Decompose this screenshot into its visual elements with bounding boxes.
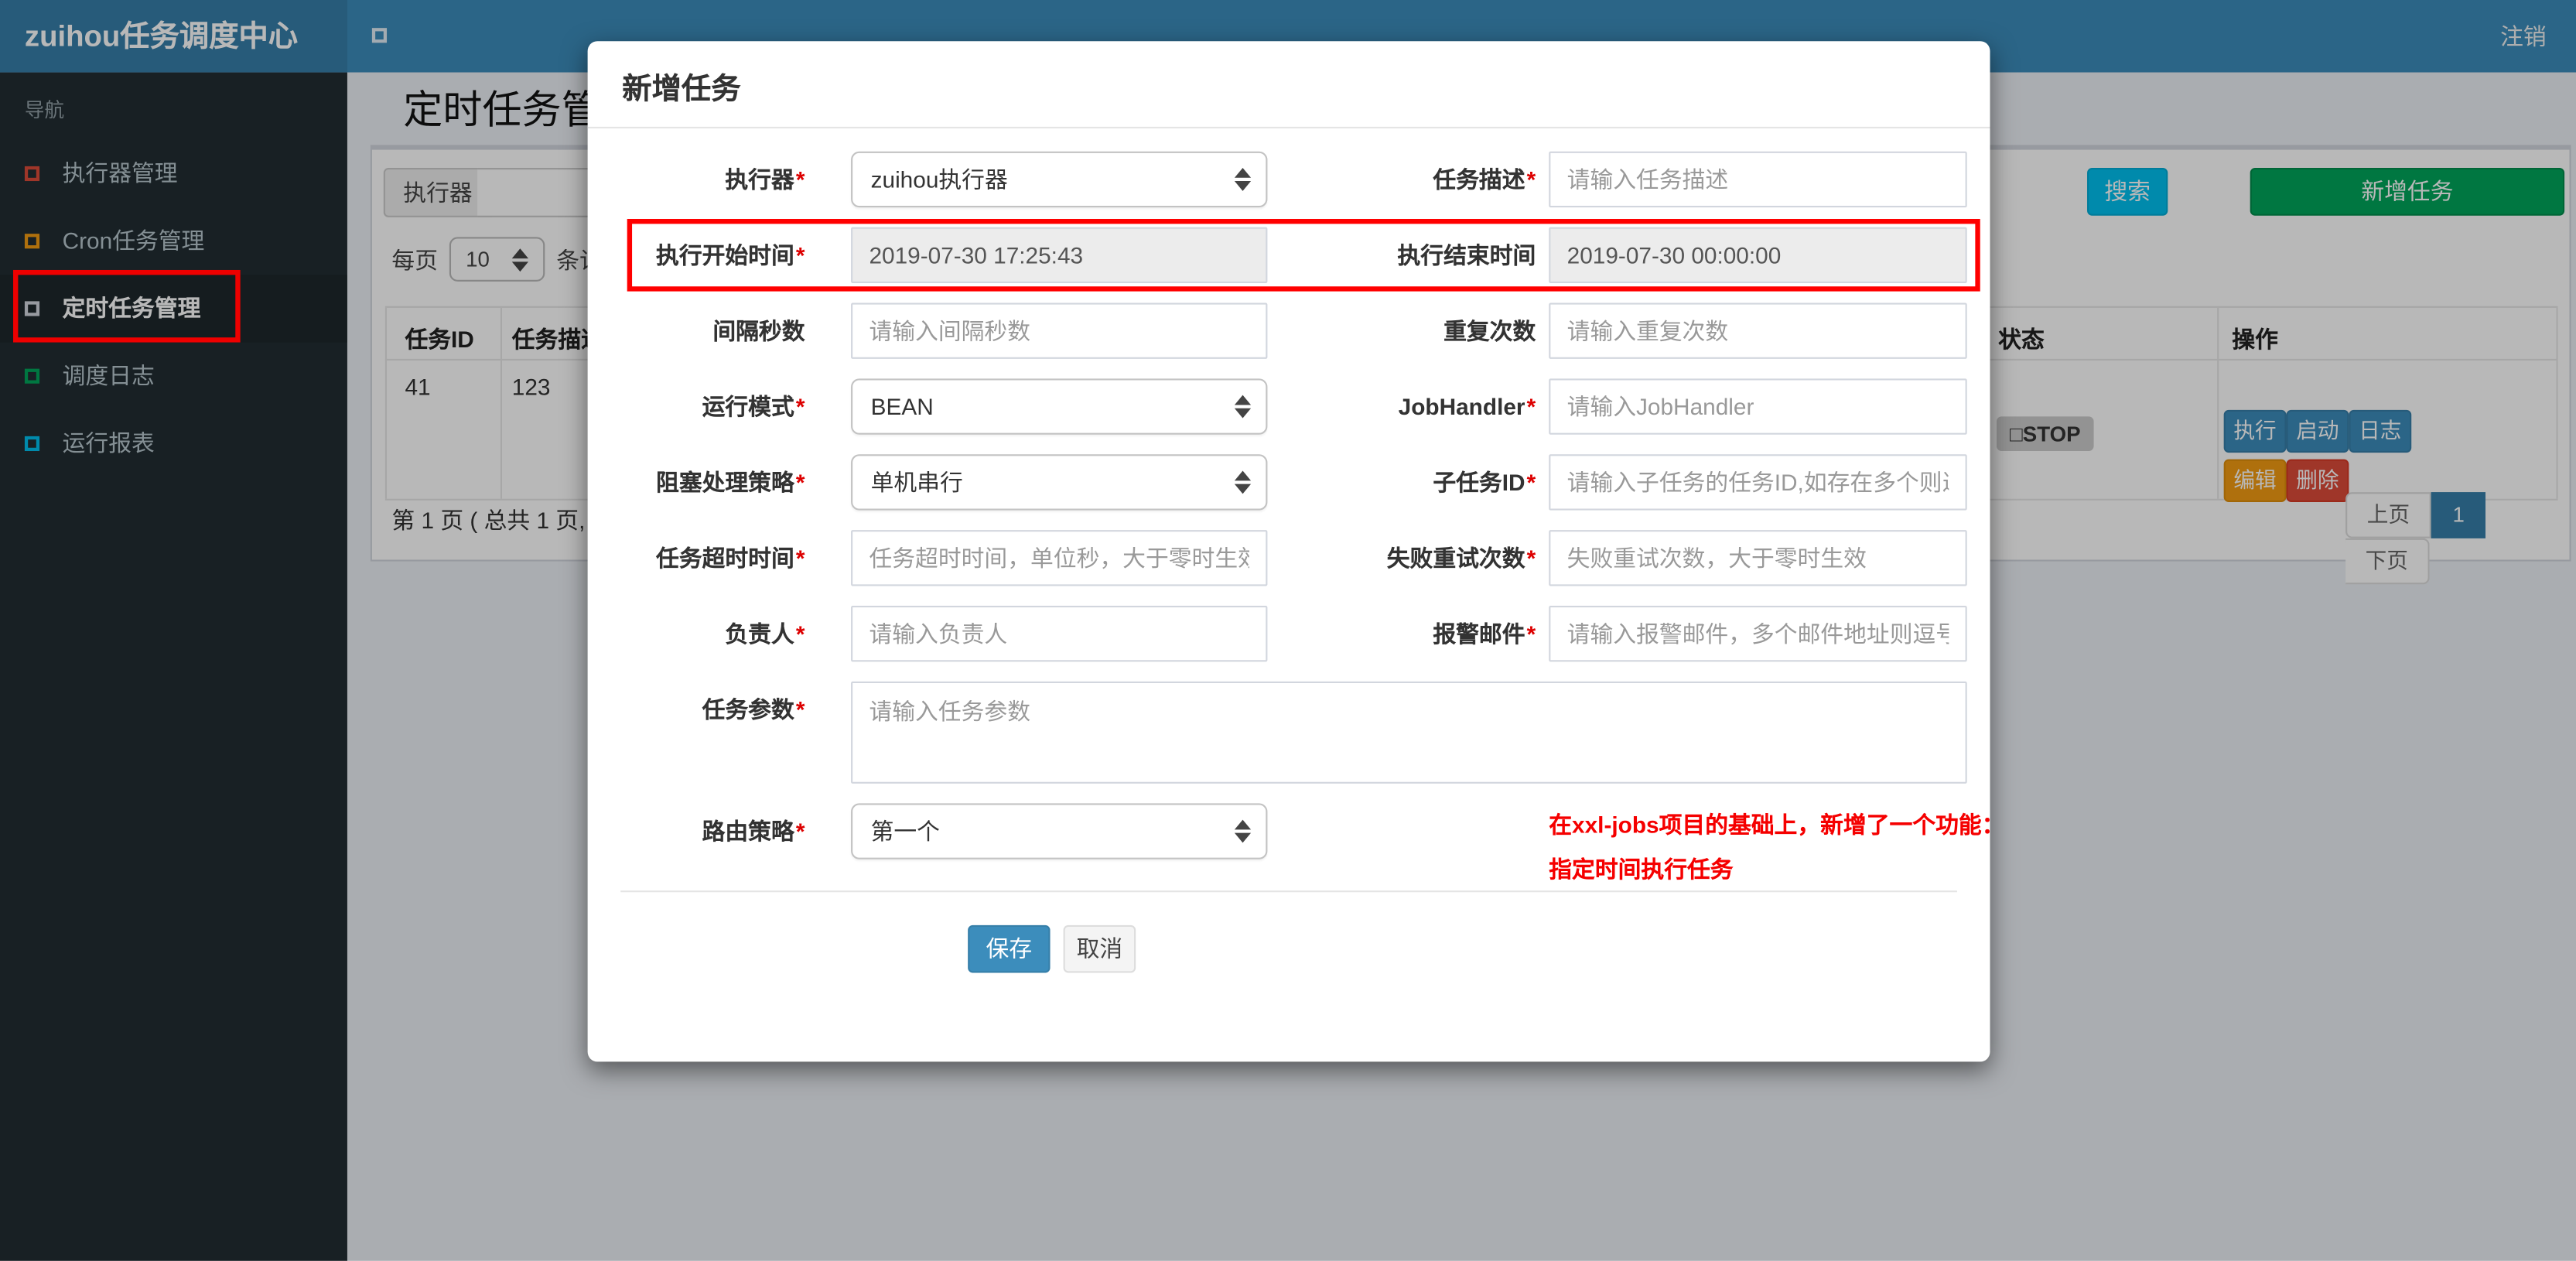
required-mark: * [795, 469, 805, 496]
job-param-textarea[interactable] [851, 681, 1967, 784]
route-strategy-select[interactable]: 第一个 [851, 803, 1268, 859]
jobhandler-label: JobHandler * [1398, 393, 1536, 420]
interval-label: 间隔秒数 [712, 317, 805, 344]
run-mode-label: 运行模式 * [702, 393, 805, 420]
note-line-2: 指定时间执行任务 [1549, 856, 1734, 883]
required-mark: * [795, 620, 805, 648]
repeat-count-label: 重复次数 [1443, 317, 1536, 344]
block-strategy-select[interactable]: 单机串行 [851, 454, 1268, 511]
required-mark: * [795, 545, 805, 572]
save-button[interactable]: 保存 [968, 924, 1051, 973]
executor-select[interactable]: zuihou执行器 [851, 151, 1268, 208]
timeout-label: 任务超时时间 * [656, 545, 805, 572]
jobhandler-input[interactable] [1549, 378, 1967, 435]
alarm-email-input[interactable] [1549, 606, 1967, 662]
child-jobid-label: 子任务ID * [1433, 469, 1536, 496]
cancel-button[interactable]: 取消 [1063, 924, 1136, 973]
required-mark: * [795, 166, 805, 193]
job-desc-label: 任务描述 * [1433, 166, 1536, 193]
select-arrows-icon [1234, 819, 1252, 843]
start-time-label: 执行开始时间 * [656, 241, 805, 268]
retry-count-label: 失败重试次数 * [1386, 545, 1536, 572]
owner-input[interactable] [851, 606, 1268, 662]
timeout-input[interactable] [851, 530, 1268, 586]
end-time-input[interactable] [1549, 227, 1967, 283]
required-mark: * [795, 393, 805, 420]
modal-footer-divider [620, 890, 1957, 893]
required-mark: * [1526, 166, 1536, 193]
block-strategy-label: 阻塞处理策略 * [656, 469, 805, 496]
modal-header: 新增任务 [587, 41, 1990, 128]
note-line-1: 在xxl-jobs项目的基础上，新增了一个功能： [1549, 812, 2005, 839]
job-param-label: 任务参数 * [702, 696, 805, 723]
modal-title: 新增任务 [622, 72, 741, 106]
start-time-input[interactable] [851, 227, 1268, 283]
repeat-count-input[interactable] [1549, 302, 1967, 359]
required-mark: * [1526, 469, 1536, 496]
add-task-modal: 新增任务 执行器* zuihou执行器 任务描述* 执行开始时间* 执行结束时间… [587, 41, 2005, 1062]
interval-input[interactable] [851, 302, 1268, 359]
app-root: zuihou任务调度中心 注销 导航 执行器管理 Cron任务管理 定时任务管理… [0, 0, 2576, 1261]
required-mark: * [795, 818, 805, 845]
required-mark: * [795, 696, 805, 723]
job-desc-input[interactable] [1549, 151, 1967, 208]
run-mode-select[interactable]: BEAN [851, 378, 1268, 435]
end-time-label: 执行结束时间 [1397, 241, 1536, 268]
executor-label: 执行器 * [725, 166, 805, 193]
owner-label: 负责人 * [725, 620, 805, 648]
required-mark: * [1526, 620, 1536, 648]
alarm-email-label: 报警邮件 * [1433, 620, 1536, 648]
required-mark: * [795, 241, 805, 268]
route-strategy-label: 路由策略 * [702, 818, 805, 845]
required-mark: * [1526, 393, 1536, 420]
child-jobid-input[interactable] [1549, 454, 1967, 511]
required-mark: * [1526, 545, 1536, 572]
retry-count-input[interactable] [1549, 530, 1967, 586]
